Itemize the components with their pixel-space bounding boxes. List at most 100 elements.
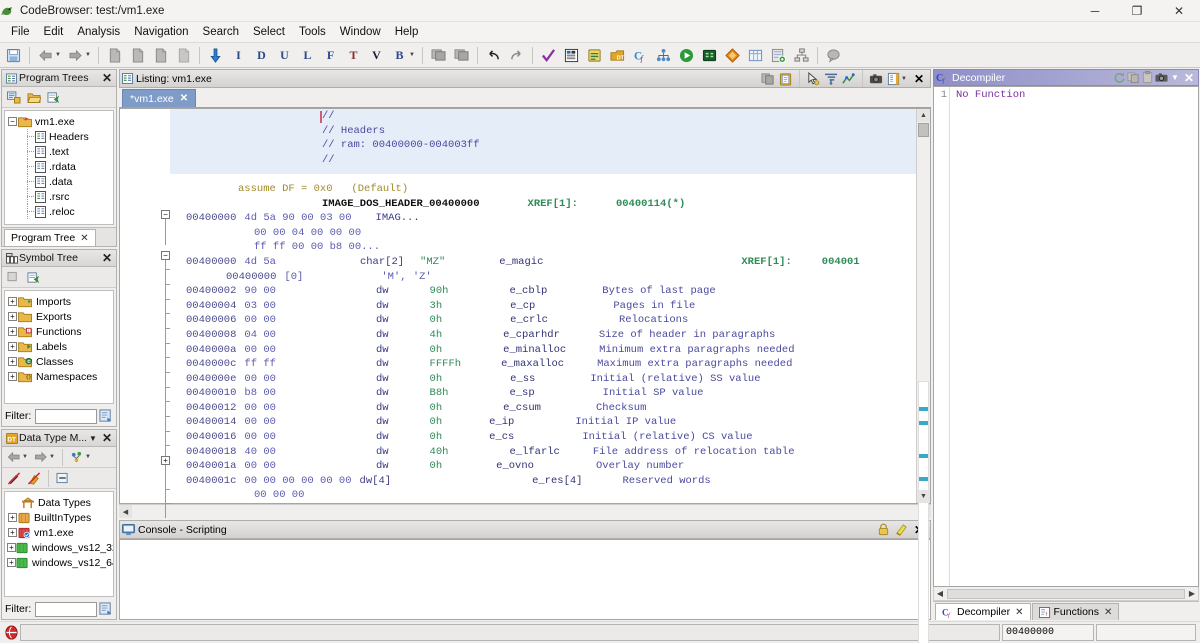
data-type-manager-content[interactable]: Data Types + BuiltInTypes + vm1.exe bbox=[4, 491, 114, 597]
vs12-32-expander-icon[interactable]: + bbox=[7, 542, 16, 553]
instruction-no-flow-button[interactable]: T bbox=[343, 45, 364, 66]
tab-decompiler-close-icon[interactable]: ✕ bbox=[1015, 607, 1023, 618]
xref-value[interactable]: 004001 bbox=[822, 255, 860, 270]
listing-row-data[interactable]: 0040000a 00 00 dw 0h e_minalloc Minimum … bbox=[170, 343, 916, 358]
listing-row-data[interactable]: 00400018 40 00 dw 40h e_lfarlc File addr… bbox=[170, 445, 916, 460]
dec-scroll-right-icon[interactable]: ▶ bbox=[1186, 589, 1198, 598]
field-name[interactable]: e_cparhdr bbox=[503, 328, 560, 343]
address[interactable]: 0040000e bbox=[186, 372, 236, 387]
listing-navigate-button[interactable] bbox=[840, 70, 858, 87]
listing-row-data[interactable]: 00400010 b8 00 dw B8h e_sp Initial SP va… bbox=[170, 386, 916, 401]
program-tree-item-data[interactable]: .data bbox=[7, 174, 111, 189]
symbol-tree-content[interactable]: + Imports + Exports + f Functions bbox=[4, 290, 114, 404]
tab-program-tree[interactable]: Program Tree ✕ bbox=[4, 229, 96, 246]
address[interactable]: 00400010 bbox=[186, 386, 236, 401]
decompiler-menu-chevron-down-icon[interactable]: ▼ bbox=[1168, 70, 1182, 85]
tab-decompiler[interactable]: Cf Decompiler ✕ bbox=[935, 603, 1031, 620]
symbol-tree-close-icon[interactable]: ✕ bbox=[100, 251, 114, 266]
paste-special-button[interactable] bbox=[127, 45, 148, 66]
print-preview-button[interactable] bbox=[173, 45, 194, 66]
field-name[interactable]: e_cp bbox=[510, 299, 535, 314]
snapshot-copy-button[interactable] bbox=[451, 45, 472, 66]
listing-row-data[interactable]: 00400012 00 00 dw 0h e_csum Checksum bbox=[170, 401, 916, 416]
console-clear-button[interactable] bbox=[892, 521, 910, 538]
minimize-button[interactable]: ─ bbox=[1074, 0, 1116, 22]
field-name[interactable]: e_minalloc bbox=[503, 343, 566, 358]
address[interactable]: 00400012 bbox=[186, 401, 236, 416]
symbol-tree-item-labels[interactable]: + Labels bbox=[7, 339, 111, 354]
listing-row-comment[interactable]: // bbox=[170, 109, 916, 124]
data-types-item-vs12-32[interactable]: + windows_vs12_32 bbox=[7, 540, 111, 555]
field-name[interactable]: e_csum bbox=[503, 401, 541, 416]
listing-row-data[interactable]: 00400004 03 00 dw 3h e_cp Pages in file bbox=[170, 299, 916, 314]
address[interactable]: 00400016 bbox=[186, 430, 236, 445]
listing-paste-button[interactable] bbox=[777, 70, 795, 87]
tab-functions-close-icon[interactable]: ✕ bbox=[1104, 607, 1112, 618]
run-button[interactable] bbox=[676, 45, 697, 66]
redo-button[interactable] bbox=[506, 45, 527, 66]
scroll-up-icon[interactable]: ▲ bbox=[917, 109, 930, 122]
listing-snapshot-button[interactable] bbox=[867, 70, 885, 87]
listing-vertical-scrollbar[interactable]: ▲ ▼ bbox=[916, 109, 930, 503]
tab-program-tree-close-icon[interactable]: ✕ bbox=[80, 233, 88, 244]
scroll-thumb-top[interactable] bbox=[918, 123, 929, 137]
help-balloon-button[interactable] bbox=[823, 45, 844, 66]
listing-fields-dropdown-arrow-icon[interactable]: ▼ bbox=[900, 76, 908, 82]
dtm-filter-dropdown-arrow-icon[interactable]: ▼ bbox=[84, 454, 92, 460]
address[interactable]: 00400006 bbox=[186, 313, 236, 328]
program-tree-root[interactable]: − vm1.exe bbox=[7, 114, 111, 129]
listing-row-data[interactable]: 00400008 04 00 dw 4h e_cparhdr Size of h… bbox=[170, 328, 916, 343]
field-name[interactable]: e_maxalloc bbox=[501, 357, 564, 372]
field-name[interactable]: e_lfarlc bbox=[509, 445, 559, 460]
collapse-toggle-e-magic[interactable]: − bbox=[161, 251, 170, 260]
decompiler-close-icon[interactable]: ✕ bbox=[1182, 70, 1196, 85]
goto-symbol-button[interactable] bbox=[24, 268, 43, 287]
listing-row-data[interactable]: 00400006 00 00 dw 0h e_crlc Relocations bbox=[170, 313, 916, 328]
symbol-tree-item-namespaces[interactable]: + () Namespaces bbox=[7, 369, 111, 384]
data-filter-button[interactable]: D bbox=[251, 45, 272, 66]
tab-vm1exe-close-icon[interactable]: ✕ bbox=[180, 93, 188, 104]
root-expander-icon[interactable]: − bbox=[7, 116, 18, 127]
field-name[interactable]: e_ss bbox=[510, 372, 535, 387]
dtm-back-dropdown-arrow-icon[interactable]: ▼ bbox=[21, 454, 29, 460]
menu-window[interactable]: Window bbox=[333, 24, 388, 40]
collapse-toggle-e-res[interactable]: + bbox=[161, 456, 170, 465]
listing-content[interactable]: // // Headers // ram: 00400000-004003ff … bbox=[170, 109, 916, 503]
tab-functions[interactable]: f Functions ✕ bbox=[1032, 603, 1120, 620]
maximize-button[interactable]: ❐ bbox=[1116, 0, 1158, 22]
collapse-toggle-dos-header[interactable]: − bbox=[161, 210, 170, 219]
create-folder-button[interactable] bbox=[4, 88, 23, 107]
scroll-down-icon[interactable]: ▼ bbox=[917, 490, 930, 503]
forward-button[interactable] bbox=[65, 45, 86, 66]
back-dropdown-arrow-icon[interactable]: ▼ bbox=[54, 52, 62, 58]
classes-expander-icon[interactable]: + bbox=[7, 356, 18, 367]
symbol-tree-item-functions[interactable]: + f Functions bbox=[7, 324, 111, 339]
function-graph-button[interactable]: Cf bbox=[630, 45, 651, 66]
program-tree-item-rsrc[interactable]: .rsrc bbox=[7, 189, 111, 204]
address[interactable]: 00400000 bbox=[226, 270, 276, 285]
program-tree-item-text[interactable]: .text bbox=[7, 144, 111, 159]
instruction-filter-button[interactable]: I bbox=[228, 45, 249, 66]
dtm-clear-filter-button[interactable] bbox=[24, 469, 43, 488]
label-filter-button[interactable]: L bbox=[297, 45, 318, 66]
auto-analyze-button[interactable] bbox=[538, 45, 559, 66]
data-types-item-vs12-64[interactable]: + windows_vs12_64 bbox=[7, 555, 111, 570]
listing-row-data[interactable]: 00400000 4d 5a char[2] "MZ" e_magic bbox=[170, 255, 916, 270]
listing-close-icon[interactable]: ✕ bbox=[910, 70, 928, 87]
symbol-tree-filter-input[interactable] bbox=[35, 409, 97, 424]
address[interactable]: 0040000a bbox=[186, 343, 236, 358]
address[interactable]: 00400000 bbox=[186, 211, 236, 226]
symbol-tree-item-imports[interactable]: + Imports bbox=[7, 294, 111, 309]
address[interactable]: 00400004 bbox=[186, 299, 236, 314]
listing-row-sub[interactable]: 00400000 [0] 'M', 'Z' bbox=[170, 270, 916, 285]
dtm-no-conflict-button[interactable] bbox=[4, 469, 23, 488]
functions-expander-icon[interactable]: + bbox=[7, 326, 18, 337]
listing-viewport[interactable]: − − bbox=[119, 108, 931, 504]
decompiler-refresh-button[interactable] bbox=[1112, 70, 1126, 85]
menu-tools[interactable]: Tools bbox=[292, 24, 333, 40]
dtm-forward-dropdown-arrow-icon[interactable]: ▼ bbox=[48, 454, 56, 460]
address[interactable]: 00400014 bbox=[186, 415, 236, 430]
dec-scroll-left-icon[interactable]: ◀ bbox=[934, 589, 946, 598]
listing-row-data[interactable]: 00400000 4d 5a 90 00 03 00 IMAG... bbox=[170, 211, 916, 226]
data-type-manager-menu-icon[interactable]: ▼ bbox=[86, 431, 100, 446]
